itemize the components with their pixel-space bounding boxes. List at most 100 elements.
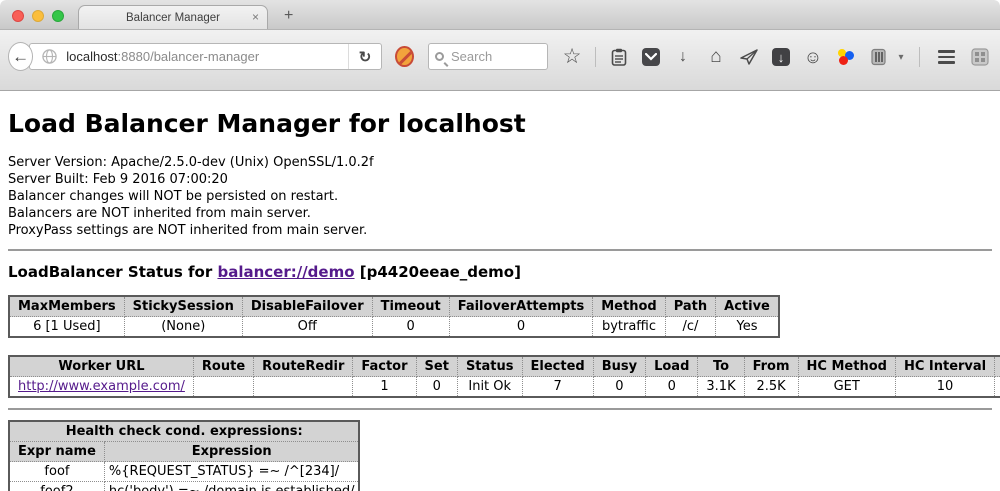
expr-name-value: foof2 — [9, 482, 104, 491]
clipboard-icon[interactable] — [609, 47, 629, 67]
home-icon[interactable]: ⌂ — [706, 47, 726, 67]
col-path: Path — [665, 296, 715, 317]
tab-title: Balancer Manager — [126, 12, 220, 24]
tab-balancer-manager[interactable]: Balancer Manager × — [78, 5, 268, 29]
menu-bar — [938, 50, 955, 53]
table-title-row: Health check cond. expressions: — [9, 421, 359, 442]
close-window-button[interactable] — [12, 10, 24, 22]
pocket-icon[interactable] — [642, 48, 660, 66]
page-title: Load Balancer Manager for localhost — [8, 109, 992, 138]
page-content: Load Balancer Manager for localhost Serv… — [0, 91, 1000, 491]
search-box[interactable] — [428, 43, 548, 70]
zoom-window-button[interactable] — [52, 10, 64, 22]
pocket-chevron-glyph — [645, 53, 657, 61]
back-arrow-icon: ← — [12, 47, 29, 67]
url-bar[interactable]: localhost:8880/balancer-manager ↻ — [29, 43, 382, 70]
col-disablefailover: DisableFailover — [242, 296, 372, 317]
col-set: Set — [416, 356, 457, 377]
notes-glyph — [871, 48, 886, 66]
col-status: Status — [457, 356, 522, 377]
table-row: http://www.example.com/ 1 0 Init Ok 7 0 … — [9, 377, 1000, 398]
col-hc-method: HC Method — [798, 356, 895, 377]
send-plane-icon[interactable] — [739, 47, 759, 67]
elected-value: 7 — [522, 377, 593, 398]
col-busy: Busy — [593, 356, 645, 377]
col-expression: Expression — [104, 442, 359, 462]
tab-bar: Balancer Manager × + — [0, 0, 1000, 30]
table-row: foof2 hc('body') =~ /domain is establish… — [9, 482, 359, 491]
balancer-demo-link[interactable]: balancer://demo — [217, 263, 354, 281]
url-host: localhost — [66, 49, 117, 64]
table-header-row: Worker URL Route RouteRedir Factor Set S… — [9, 356, 1000, 377]
hc-interval-value: 10 — [895, 377, 994, 398]
status-prefix: LoadBalancer Status for — [8, 263, 217, 281]
col-hc-interval: HC Interval — [895, 356, 994, 377]
worker-url-link[interactable]: http://www.example.com/ — [18, 379, 185, 394]
hc-method-value: GET — [798, 377, 895, 398]
back-button[interactable]: ← — [8, 42, 33, 71]
reload-button[interactable]: ↻ — [348, 44, 382, 69]
failoverattempts-value: 0 — [449, 317, 593, 338]
plugin-blocked-icon[interactable] — [395, 46, 414, 67]
worker-table: Worker URL Route RouteRedir Factor Set S… — [8, 355, 1000, 398]
col-routeredir: RouteRedir — [254, 356, 353, 377]
col-elected: Elected — [522, 356, 593, 377]
col-passes: Passes — [995, 356, 1000, 377]
search-input[interactable] — [451, 49, 541, 64]
persist-warning-line: Balancer changes will NOT be persisted o… — [8, 188, 992, 205]
server-built-line: Server Built: Feb 9 2016 07:00:20 — [8, 171, 992, 188]
set-value: 0 — [416, 377, 457, 398]
col-to: To — [698, 356, 744, 377]
factor-value: 1 — [353, 377, 416, 398]
overflow-caret-icon[interactable]: ▾ — [896, 47, 906, 67]
divider — [8, 408, 992, 410]
worker-url-cell: http://www.example.com/ — [9, 377, 193, 398]
expression-value: hc('body') =~ /domain is established/ — [104, 482, 359, 491]
method-value: bytraffic — [593, 317, 665, 338]
server-version-line: Server Version: Apache/2.5.0-dev (Unix) … — [8, 154, 992, 171]
pages-grid-glyph — [971, 48, 989, 66]
to-value: 3.1K — [698, 377, 744, 398]
save-video-icon[interactable]: ↓ — [772, 48, 790, 66]
smiley-icon[interactable]: ☺ — [803, 47, 823, 67]
toolbar-separator — [595, 47, 596, 67]
maxmembers-value: 6 [1 Used] — [9, 317, 124, 338]
status-value: Init Ok — [457, 377, 522, 398]
table-row: foof %{REQUEST_STATUS} =~ /^[234]/ — [9, 462, 359, 482]
divider — [8, 249, 992, 251]
health-check-table: Health check cond. expressions: Expr nam… — [8, 420, 360, 491]
menu-icon[interactable] — [937, 47, 957, 67]
url-path: :8880/balancer-manager — [118, 49, 260, 64]
tab-close-icon[interactable]: × — [252, 10, 259, 24]
pages-grid-icon[interactable] — [970, 47, 990, 67]
col-from: From — [744, 356, 798, 377]
loadbalancer-status-heading: LoadBalancer Status for balancer://demo … — [8, 263, 992, 281]
window-controls — [12, 10, 64, 22]
col-method: Method — [593, 296, 665, 317]
passes-value: 1 (0) — [995, 377, 1000, 398]
send-plane-glyph — [740, 49, 758, 65]
server-info: Server Version: Apache/2.5.0-dev (Unix) … — [8, 154, 992, 239]
col-route: Route — [193, 356, 253, 377]
navigation-toolbar: ← localhost:8880/balancer-manager ↻ ☆ — [0, 30, 1000, 91]
ball-red — [839, 56, 848, 65]
proxypass-inherit-line: ProxyPass settings are NOT inherited fro… — [8, 222, 992, 239]
notes-extension-icon[interactable] — [869, 47, 889, 67]
save-video-arrow-glyph: ↓ — [778, 50, 785, 65]
download-helper-icon[interactable] — [836, 47, 856, 67]
status-suffix: [p4420eeae_demo] — [355, 263, 521, 281]
bookmark-star-icon[interactable]: ☆ — [562, 46, 582, 66]
clipboard-glyph — [611, 48, 627, 66]
busy-value: 0 — [593, 377, 645, 398]
health-table-title: Health check cond. expressions: — [9, 421, 359, 442]
toolbar-icons: ☆ ↓ ⌂ — [562, 45, 990, 69]
route-value — [193, 377, 253, 398]
col-factor: Factor — [353, 356, 416, 377]
new-tab-button[interactable]: + — [284, 7, 293, 25]
minimize-window-button[interactable] — [32, 10, 44, 22]
search-icon — [435, 52, 444, 61]
menu-bar — [938, 56, 955, 59]
downloads-icon[interactable]: ↓ — [673, 47, 693, 67]
globe-icon — [42, 49, 57, 64]
browser-window: Balancer Manager × + ← localhost:8880/ba… — [0, 0, 1000, 491]
